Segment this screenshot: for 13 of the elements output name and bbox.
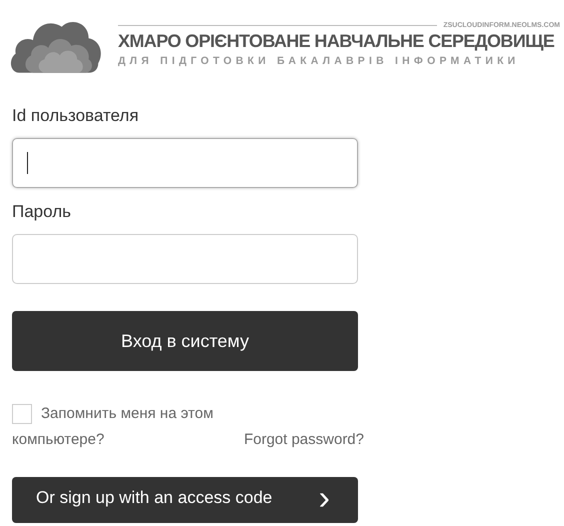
field-label: Пароль <box>12 202 72 222</box>
remember-checkbox[interactable] <box>12 404 32 424</box>
login-button[interactable]: Вход в систему <box>12 311 358 371</box>
logo-subtitle: ДЛЯ ПІДГОТОВКИ БАКАЛАВРІВ ІНФОРМАТИКИ <box>118 54 520 66</box>
logo-title: ХМАРО ОРІЄНТОВАНЕ НАВЧАЛЬНЕ СЕРЕДОВИЩЕ <box>118 30 556 52</box>
remember-label: компьютере? <box>12 430 104 450</box>
input-field[interactable] <box>12 234 358 284</box>
remember-label: Запомнить меня на этом <box>41 404 214 424</box>
text-cursor <box>27 152 28 174</box>
input-field[interactable] <box>12 138 358 188</box>
field-label: Id пользователя <box>12 106 140 126</box>
signup-button[interactable]: Or sign up with an access code › <box>12 477 358 523</box>
forgot-password-link[interactable]: Forgot password? <box>244 427 364 453</box>
